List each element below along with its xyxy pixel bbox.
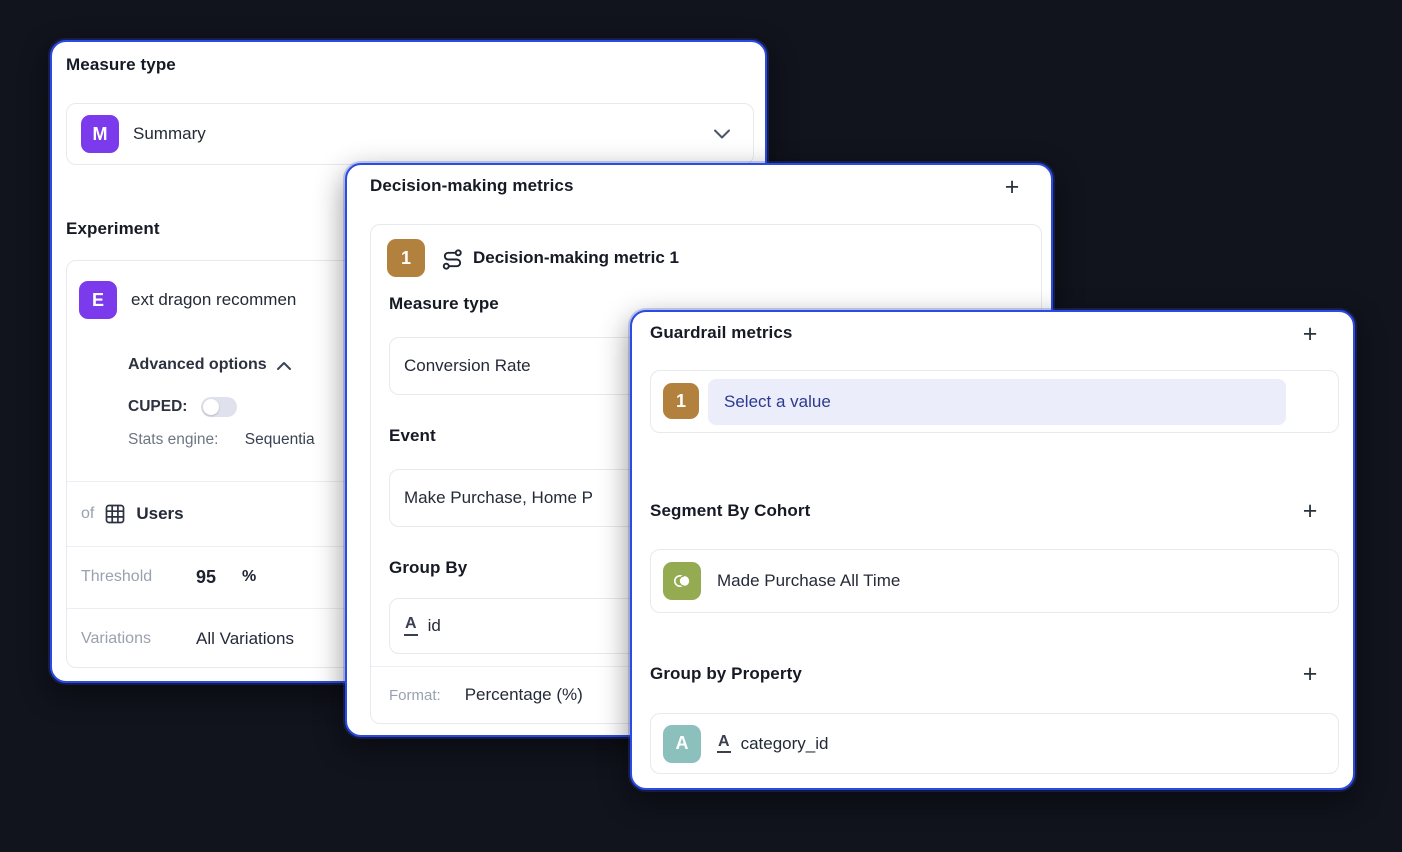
fact-table-row[interactable]: of Users — [81, 481, 184, 546]
cohort-icon — [663, 562, 701, 600]
measure-type-select[interactable]: M Summary — [66, 103, 754, 165]
cuped-toggle[interactable] — [201, 397, 237, 417]
metric-title: Decision-making metric 1 — [473, 248, 679, 268]
advanced-options-label: Advanced options — [128, 356, 267, 374]
chevron-down-icon — [713, 129, 731, 140]
event-label: Event — [389, 426, 436, 446]
guardrail-metrics-title: Guardrail metrics — [650, 323, 792, 343]
segment-value: Made Purchase All Time — [717, 571, 900, 591]
decision-metrics-title: Decision-making metrics — [370, 176, 574, 196]
variations-label: Variations — [81, 630, 196, 648]
format-label: Format: — [389, 687, 441, 704]
add-decision-metric-button[interactable]: + — [999, 174, 1025, 200]
group-by-value: id — [428, 616, 441, 636]
add-segment-button[interactable]: + — [1297, 498, 1323, 524]
experiment-badge: E — [79, 281, 117, 319]
stats-engine-label: Stats engine: — [128, 431, 218, 448]
threshold-label: Threshold — [81, 568, 196, 586]
cuped-label: CUPED: — [128, 398, 187, 416]
add-guardrail-metric-button[interactable]: + — [1297, 321, 1323, 347]
toggle-knob — [203, 399, 219, 415]
experiment-label: Experiment — [66, 219, 160, 239]
guardrail-placeholder: Select a value — [724, 392, 831, 412]
group-by-property-label: Group by Property — [650, 664, 802, 684]
group-property-panel[interactable]: A A category_id — [650, 713, 1339, 774]
format-value: Percentage (%) — [465, 685, 583, 705]
entity-value: Users — [136, 504, 183, 524]
variations-value: All Variations — [196, 629, 294, 649]
measure-type-label: Measure type — [66, 55, 176, 75]
metric-measure-type-value: Conversion Rate — [404, 356, 531, 376]
string-type-icon: A — [404, 616, 418, 636]
experiment-name[interactable]: ext dragon recommen — [131, 290, 296, 310]
group-by-label: Group By — [389, 558, 467, 578]
segment-by-cohort-label: Segment By Cohort — [650, 501, 810, 521]
group-property-value: category_id — [741, 734, 829, 754]
guardrail-number-badge: 1 — [663, 383, 699, 419]
threshold-unit: % — [242, 568, 256, 586]
summary-badge: M — [81, 115, 119, 153]
advanced-options-toggle[interactable]: Advanced options — [128, 356, 291, 374]
variations-row[interactable]: Variations All Variations — [81, 608, 294, 668]
guardrail-metrics-card: Guardrail metrics + 1 Select a value Seg… — [630, 310, 1355, 790]
measure-type-value: Summary — [133, 124, 206, 144]
metric-measure-type-label: Measure type — [389, 294, 499, 314]
of-label: of — [81, 505, 94, 523]
event-value: Make Purchase, Home P — [404, 488, 593, 508]
segment-panel[interactable]: Made Purchase All Time — [650, 549, 1339, 613]
property-badge: A — [663, 725, 701, 763]
string-type-icon: A — [717, 734, 731, 754]
threshold-input[interactable]: 95 — [196, 567, 216, 588]
add-group-property-button[interactable]: + — [1297, 661, 1323, 687]
format-row: Format: Percentage (%) — [389, 666, 583, 724]
table-grid-icon — [105, 504, 125, 524]
guardrail-value-select[interactable]: Select a value — [708, 379, 1286, 425]
stats-engine-value: Sequentia — [245, 431, 315, 448]
guardrail-metric-panel: 1 Select a value — [650, 370, 1339, 433]
route-icon — [441, 248, 464, 271]
threshold-row: Threshold 95 % — [81, 546, 256, 608]
metric-number-badge: 1 — [387, 239, 425, 277]
chevron-up-icon — [277, 361, 291, 370]
